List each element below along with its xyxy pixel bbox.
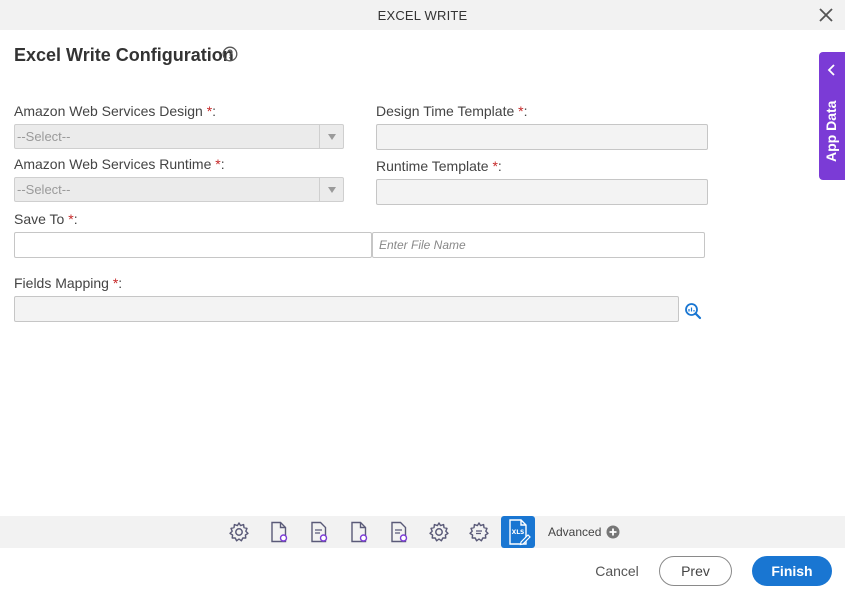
page-title: Excel Write Configuration: [14, 45, 234, 65]
close-icon[interactable]: [817, 6, 835, 24]
window-title: EXCEL WRITE: [377, 8, 468, 23]
document-list-settings-icon[interactable]: [307, 520, 331, 544]
title-bar: EXCEL WRITE: [0, 0, 845, 30]
chevron-left-icon: [827, 64, 835, 76]
wizard-step-toolbar: XLS Advanced: [0, 516, 845, 548]
aws-runtime-value: --Select--: [17, 182, 71, 197]
aws-design-value: --Select--: [17, 129, 71, 144]
fields-mapping-label: Fields Mapping *:: [14, 275, 123, 291]
gear-icon[interactable]: [427, 520, 451, 544]
excel-write-icon[interactable]: XLS: [501, 516, 535, 548]
app-data-panel-tab[interactable]: App Data: [819, 52, 845, 180]
save-to-label: Save To *:: [14, 211, 78, 227]
document-settings-icon[interactable]: [267, 520, 291, 544]
prev-button[interactable]: Prev: [659, 556, 732, 586]
aws-runtime-select[interactable]: --Select--: [14, 177, 344, 202]
gear-list-icon[interactable]: [467, 520, 491, 544]
app-data-label: App Data: [823, 100, 839, 162]
design-template-input[interactable]: [376, 124, 708, 150]
runtime-template-label: Runtime Template *:: [376, 158, 502, 174]
plus-circle-icon[interactable]: [606, 525, 620, 539]
advanced-label[interactable]: Advanced: [548, 525, 601, 539]
finish-button[interactable]: Finish: [752, 556, 832, 586]
save-to-input[interactable]: [14, 232, 372, 258]
document-list-settings-icon[interactable]: [387, 520, 411, 544]
aws-design-label: Amazon Web Services Design *:: [14, 103, 217, 119]
design-template-label: Design Time Template *:: [376, 103, 528, 119]
document-settings-icon[interactable]: [347, 520, 371, 544]
chevron-down-icon: [319, 125, 343, 148]
aws-design-select[interactable]: --Select--: [14, 124, 344, 149]
xls-text: XLS: [512, 529, 525, 536]
gear-icon[interactable]: [227, 520, 251, 544]
fields-mapping-input[interactable]: [14, 296, 679, 322]
help-icon[interactable]: [222, 46, 238, 62]
cancel-button[interactable]: Cancel: [588, 556, 646, 586]
file-name-input[interactable]: [372, 232, 705, 258]
chevron-down-icon: [319, 178, 343, 201]
runtime-template-input[interactable]: [376, 179, 708, 205]
lookup-search-icon[interactable]: [684, 302, 702, 320]
aws-runtime-label: Amazon Web Services Runtime *:: [14, 156, 225, 172]
